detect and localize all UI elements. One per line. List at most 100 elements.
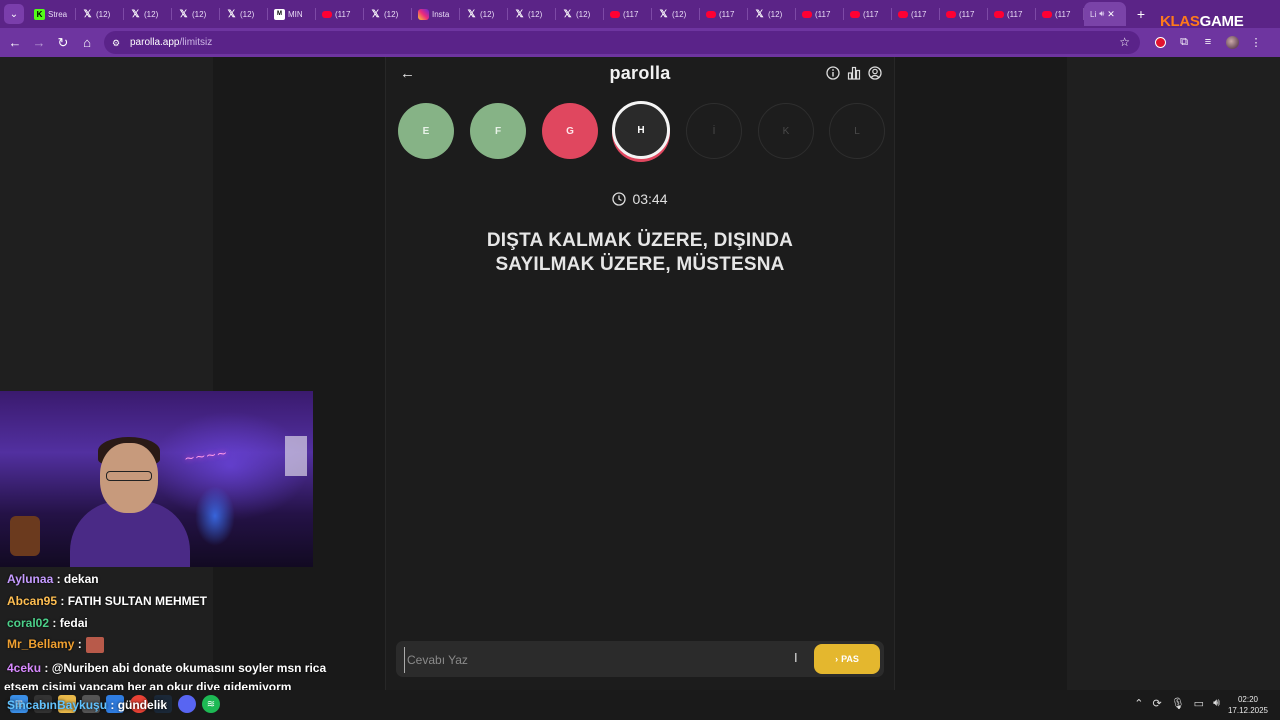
browser-tab[interactable]: 𝕏 (12) — [556, 2, 604, 26]
tab-label: (117 — [623, 9, 639, 19]
microphone — [10, 516, 40, 556]
clock-icon — [612, 192, 627, 206]
browser-tab[interactable]: Insta — [412, 2, 460, 26]
speaker-icon[interactable]: 🔊︎ — [1099, 9, 1104, 19]
answer-input[interactable] — [404, 647, 789, 673]
browser-tab[interactable]: (117 — [316, 2, 364, 26]
browser-tab[interactable]: (117 — [700, 2, 748, 26]
new-tab-button[interactable]: + — [1132, 6, 1150, 22]
browser-tab[interactable]: 𝕏 (12) — [652, 2, 700, 26]
chat-text: : — [74, 637, 82, 652]
user-profile-icon[interactable] — [868, 66, 882, 80]
clock-date: 17.12.2025 — [1227, 706, 1268, 715]
tab-list: K Strea 𝕏 (12) 𝕏 (12) 𝕏 (12) 𝕏 (12) M MIN (117 𝕏 (12) I… — [28, 0, 1084, 28]
youtube-icon — [898, 10, 908, 18]
mint-icon: M — [274, 8, 285, 20]
url-text[interactable]: parolla.app/limitsiz — [130, 37, 212, 48]
tab-label: Insta — [432, 9, 450, 19]
tab-label: (12) — [576, 9, 591, 19]
browser-tab[interactable]: 𝕏 (12) — [76, 2, 124, 26]
chat-username: SincabınBaykuşu — [7, 698, 108, 712]
discord-icon[interactable] — [178, 695, 196, 713]
clock-time: 02:20 — [1237, 695, 1258, 704]
chat-message: SincabınBaykuşu : gündelik — [7, 698, 167, 712]
parolla-app: ← parolla E F G H İ K L 03:44 DIŞTA KALM… — [385, 57, 895, 690]
chat-text: : gündelik — [107, 698, 168, 712]
home-icon[interactable]: ⌂ — [75, 31, 99, 55]
tab-label: (12) — [192, 9, 207, 19]
reload-icon[interactable]: ↻ — [51, 31, 75, 55]
close-icon[interactable]: ✕ — [1107, 9, 1115, 20]
tab-label: (12) — [384, 9, 399, 19]
back-icon[interactable]: ← — [3, 31, 27, 55]
browser-tab[interactable]: 𝕏 (12) — [364, 2, 412, 26]
browser-tab[interactable]: 𝕏 (12) — [172, 2, 220, 26]
letter-progress: E F G H İ K L — [396, 101, 886, 165]
extensions-puzzle-icon[interactable]: ⧉ — [1174, 31, 1194, 53]
tab-label: Strea — [48, 9, 68, 19]
chat-text: : FATIH SULTAN MEHMET — [57, 594, 208, 608]
browser-tab[interactable]: 𝕏 (12) — [220, 2, 268, 26]
letter-label: F — [494, 125, 502, 137]
chevron-up-icon[interactable]: ⌃ — [1134, 697, 1143, 710]
taskbar: ⊞ ⌕ ♨ ≋ SincabınBaykuşu : gündelik ⌃ ⟳ 🎙… — [0, 690, 1280, 720]
browser-tab[interactable]: (117 — [604, 2, 652, 26]
browser-menu-icon[interactable]: ⋮ — [1246, 31, 1266, 53]
browser-tab[interactable]: 𝕏 (12) — [748, 2, 796, 26]
display-icon[interactable]: ▭ — [1194, 697, 1204, 710]
letter-circle-l: L — [829, 103, 885, 159]
forward-icon[interactable]: → — [27, 31, 51, 55]
x-icon: 𝕏 — [515, 8, 524, 20]
browser-tab[interactable]: M MIN — [268, 2, 316, 26]
tab-label: (117 — [863, 9, 879, 19]
youtube-icon — [610, 10, 620, 18]
browser-tab[interactable]: 𝕏 (12) — [460, 2, 508, 26]
chat-text: : dekan — [53, 572, 99, 586]
browser-tab[interactable]: 𝕏 (12) — [124, 2, 172, 26]
profile-avatar-icon[interactable] — [1222, 31, 1242, 53]
address-bar[interactable]: ⚙ parolla.app/limitsiz ☆ — [104, 31, 1140, 54]
webcam-feed: ~~~~ — [0, 391, 313, 567]
question-line-2: SAYILMAK ÜZERE, MÜSTESNA — [495, 254, 785, 275]
extension-record-icon[interactable] — [1150, 31, 1170, 53]
browser-tab[interactable]: (117 — [892, 2, 940, 26]
x-icon: 𝕏 — [179, 8, 188, 20]
mic-icon[interactable]: 🎙︎ — [1171, 697, 1185, 710]
chat-username: 4ceku — [7, 661, 42, 675]
browser-tab[interactable]: K Strea — [28, 2, 76, 26]
x-icon: 𝕏 — [227, 8, 236, 20]
question-line-1: DIŞTA KALMAK ÜZERE, DIŞINDA — [486, 230, 794, 251]
youtube-icon — [322, 10, 332, 18]
browser-tab[interactable]: (117 — [844, 2, 892, 26]
chat-message: 4ceku : @Nuriben abi donate okumasını so… — [7, 661, 326, 675]
browser-tab[interactable]: (117 — [940, 2, 988, 26]
youtube-icon — [1042, 10, 1052, 18]
tab-search-button[interactable]: ⌄ — [4, 4, 24, 24]
bookmark-star-icon[interactable]: ☆ — [1119, 35, 1130, 49]
youtube-icon — [706, 10, 716, 18]
stats-chart-icon[interactable] — [847, 66, 861, 80]
chat-text: : fedai — [49, 616, 88, 630]
sync-icon[interactable]: ⟳ — [1152, 697, 1161, 710]
volume-icon[interactable]: 🔊︎ — [1213, 697, 1220, 710]
browser-tab[interactable]: (117 — [796, 2, 844, 26]
spotify-icon[interactable]: ≋ — [202, 695, 220, 713]
system-clock[interactable]: 02:20 17.12.2025 — [1228, 694, 1268, 716]
x-icon: 𝕏 — [467, 8, 476, 20]
tab-label: (117 — [1007, 9, 1023, 19]
site-info-icon[interactable]: ⚙ — [112, 38, 124, 48]
extensions-area: ⧉ ≡ ⋮ — [1150, 31, 1266, 53]
media-controls-icon[interactable]: ≡ — [1198, 31, 1218, 53]
text-cursor-icon: I — [794, 650, 798, 665]
url-host: parolla.app — [130, 37, 180, 48]
browser-tab[interactable]: (117 — [1036, 2, 1084, 26]
browser-tab[interactable]: 𝕏 (12) — [508, 2, 556, 26]
chat-message: Mr_Bellamy : — [7, 637, 104, 653]
tab-label: (12) — [96, 9, 111, 19]
youtube-icon — [946, 10, 956, 18]
active-tab[interactable]: Li 🔊︎ ✕ — [1084, 2, 1126, 26]
pass-button[interactable]: › PAS — [814, 644, 880, 674]
info-icon[interactable] — [826, 66, 840, 80]
browser-tab[interactable]: (117 — [988, 2, 1036, 26]
chat-text: : @Nuriben abi donate okumasını soyler m… — [41, 661, 327, 675]
